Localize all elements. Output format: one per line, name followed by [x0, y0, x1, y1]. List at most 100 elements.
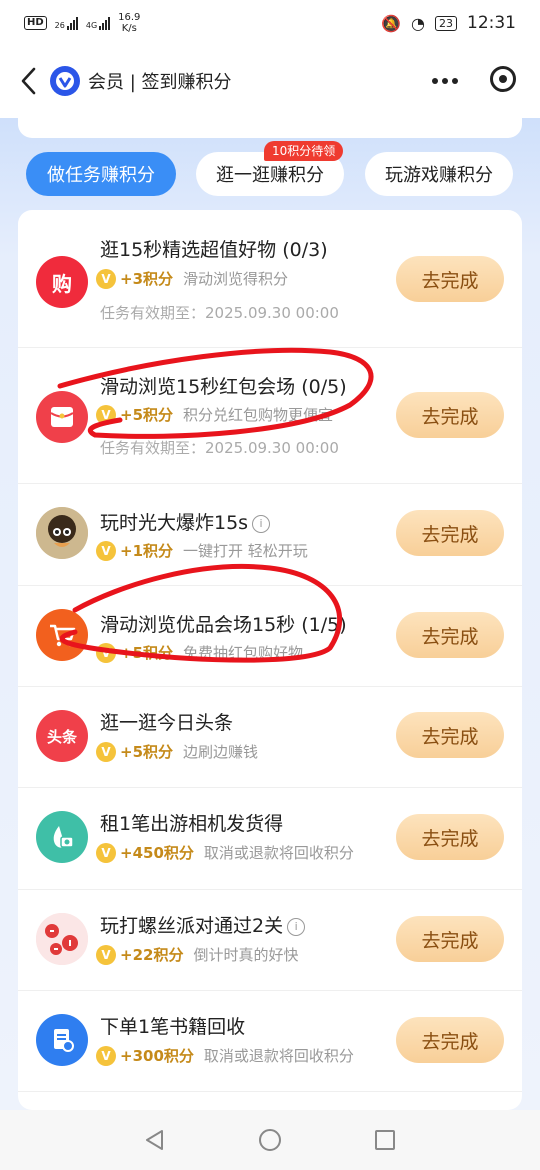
book-recycle-icon	[36, 1014, 88, 1066]
task-title: 滑动浏览15秒红包会场 (0/5)	[100, 376, 347, 398]
task-points: V +5积分 免费抽红包购好物	[96, 642, 303, 663]
info-icon[interactable]: i	[287, 917, 306, 936]
task-points: V +5积分 积分兑红包购物更便宜	[96, 404, 333, 425]
coin-icon: V	[96, 268, 116, 289]
coin-icon: V	[96, 540, 116, 561]
more-icon[interactable]	[430, 66, 460, 102]
points-value: +3积分	[120, 270, 174, 288]
speed-gauge-icon: ◔	[411, 13, 425, 33]
task-row: 头条 逛一逛今日头条 V +5积分 边刷边赚钱 去完成	[18, 686, 522, 788]
task-list: 购 逛15秒精选超值好物 (0/3) V +3积分 滑动浏览得积分 任务有效期至…	[18, 210, 522, 1110]
top-card-edge	[18, 112, 522, 138]
toutiao-icon: 头条	[36, 710, 88, 762]
points-desc: 免费抽红包购好物	[183, 644, 304, 662]
complete-button[interactable]: 去完成	[396, 612, 504, 658]
system-nav-bar	[0, 1110, 540, 1170]
task-points: V +3积分 滑动浏览得积分	[96, 268, 288, 289]
task-row: 租1笔出游相机发货得 V +450积分 取消或退款将回收积分 去完成	[18, 787, 522, 890]
complete-button[interactable]: 去完成	[396, 814, 504, 860]
shop-icon: 购	[36, 256, 88, 308]
coin-icon: V	[96, 642, 116, 663]
points-value: +22积分	[120, 946, 184, 964]
status-right: 🔕 ◔ 23 12:31	[381, 13, 516, 33]
task-points: V +5积分 边刷边赚钱	[96, 741, 258, 762]
task-points: V +450积分 取消或退款将回收积分	[96, 842, 354, 863]
signal-1-icon: 26	[55, 16, 78, 30]
task-expire: 任务有效期至：2025.09.30 00:00	[100, 304, 339, 322]
points-desc: 边刷边赚钱	[183, 743, 259, 761]
task-points: V +22积分 倒计时真的好快	[96, 944, 298, 965]
points-desc: 取消或退款将回收积分	[203, 1047, 354, 1065]
shopping-cart-icon	[36, 609, 88, 661]
coin-icon: V	[96, 741, 116, 762]
home-circle-icon[interactable]	[258, 1128, 282, 1152]
points-desc: 取消或退款将回收积分	[203, 844, 354, 862]
points-value: +5积分	[120, 644, 174, 662]
task-title: 滑动浏览优品会场15秒 (1/5)	[100, 614, 347, 636]
points-value: +5积分	[120, 406, 174, 424]
game-avatar-icon	[36, 507, 88, 559]
battery-icon: 23	[435, 15, 457, 31]
task-title: 租1笔出游相机发货得	[100, 813, 284, 835]
complete-button[interactable]: 去完成	[396, 392, 504, 438]
speed-unit: K/s	[121, 23, 137, 34]
coin-icon: V	[96, 842, 116, 863]
task-points: V +300积分 取消或退款将回收积分	[96, 1045, 354, 1066]
member-logo-icon	[50, 66, 80, 96]
points-desc: 积分兑红包购物更便宜	[183, 406, 334, 424]
complete-button[interactable]: 去完成	[396, 916, 504, 962]
task-title: 玩时光大爆炸15s i	[100, 508, 271, 535]
target-icon[interactable]	[490, 66, 516, 92]
tab-do-tasks[interactable]: 做任务赚积分	[26, 152, 176, 196]
points-value: +1积分	[120, 542, 174, 560]
task-title-text: 玩打螺丝派对通过2关	[100, 915, 284, 937]
points-value: +450积分	[120, 844, 194, 862]
points-value: +5积分	[120, 743, 174, 761]
task-row: 下单1笔书籍回收 V +300积分 取消或退款将回收积分 去完成	[18, 990, 522, 1092]
screw-game-icon	[36, 913, 88, 965]
coin-icon: V	[96, 944, 116, 965]
task-points: V +1积分 一键打开 轻松开玩	[96, 540, 308, 561]
status-bar: HD 26 4G 16.9 K/s 🔕 ◔ 23 12:31	[0, 0, 540, 46]
points-desc: 倒计时真的好快	[193, 946, 299, 964]
page-title: 会员 | 签到赚积分	[88, 72, 232, 93]
task-title: 下单1笔书籍回收	[100, 1016, 246, 1038]
task-row: 购 逛15秒精选超值好物 (0/3) V +3积分 滑动浏览得积分 任务有效期至…	[18, 210, 522, 348]
coin-icon: V	[96, 1045, 116, 1066]
signal-2-icon: 4G	[85, 16, 111, 30]
recents-square-icon[interactable]	[373, 1128, 397, 1152]
clock: 12:31	[467, 13, 516, 33]
task-title: 逛15秒精选超值好物 (0/3)	[100, 239, 328, 261]
coin-icon: V	[96, 404, 116, 425]
nav-bar: 会员 | 签到赚积分	[0, 46, 540, 118]
task-title: 逛一逛今日头条	[100, 712, 234, 734]
speed-value: 16.9	[118, 12, 141, 23]
points-desc: 一键打开 轻松开玩	[183, 542, 308, 560]
points-desc: 滑动浏览得积分	[183, 270, 289, 288]
chevron-left-icon[interactable]	[18, 66, 40, 96]
task-expire: 任务有效期至：2025.09.30 00:00	[100, 439, 339, 457]
complete-button[interactable]: 去完成	[396, 712, 504, 758]
hd-badge: HD	[24, 16, 47, 30]
network-label-2: 4G	[85, 21, 98, 30]
back-triangle-icon[interactable]	[143, 1128, 167, 1152]
network-speed: 16.9 K/s	[118, 12, 140, 34]
network-label-1: 26	[54, 21, 65, 30]
info-icon[interactable]: i	[252, 514, 271, 533]
task-title-text: 玩时光大爆炸15s	[100, 512, 249, 534]
complete-button[interactable]: 去完成	[396, 510, 504, 556]
camera-rental-icon	[36, 811, 88, 863]
task-row: 滑动浏览优品会场15秒 (1/5) V +5积分 免费抽红包购好物 去完成	[18, 585, 522, 687]
task-title: 玩打螺丝派对通过2关 i	[100, 911, 306, 938]
points-value: +300积分	[120, 1047, 194, 1065]
complete-button[interactable]: 去完成	[396, 256, 504, 302]
task-row: 玩时光大爆炸15s i V +1积分 一键打开 轻松开玩 去完成	[18, 483, 522, 586]
task-row: 玩打螺丝派对通过2关 i V +22积分 倒计时真的好快 去完成	[18, 889, 522, 991]
mute-bell-icon: 🔕	[381, 13, 402, 33]
status-left: HD 26 4G 16.9 K/s	[24, 12, 140, 34]
red-envelope-icon	[36, 391, 88, 443]
complete-button[interactable]: 去完成	[396, 1017, 504, 1063]
task-row: 滑动浏览15秒红包会场 (0/5) V +5积分 积分兑红包购物更便宜 任务有效…	[18, 347, 522, 484]
tab-games[interactable]: 玩游戏赚积分	[365, 152, 513, 196]
pending-points-badge: 10积分待领	[264, 141, 344, 161]
